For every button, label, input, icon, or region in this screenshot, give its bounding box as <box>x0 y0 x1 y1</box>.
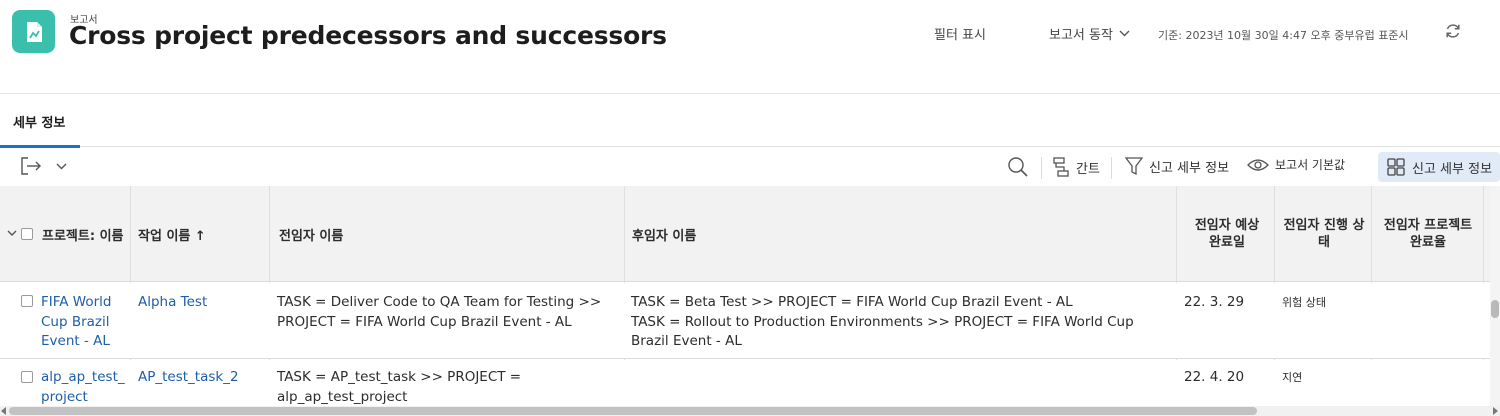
report-table: 프로젝트: 이름 작업 이름 ↑ 전임자 이름 후임자 이름 전임자 예상완료일… <box>0 186 1490 410</box>
tab-bar: 세부 정보 <box>0 95 1500 148</box>
tab-details[interactable]: 세부 정보 <box>0 95 80 148</box>
predecessor-name: TASK = AP_test_task >> PROJECT = alp_ap_… <box>277 369 522 405</box>
predecessor-name: TASK = Deliver Code to QA Team for Testi… <box>277 294 602 330</box>
select-all-checkbox[interactable] <box>21 228 33 240</box>
vertical-scrollbar-thumb[interactable] <box>1491 300 1499 318</box>
table-row[interactable]: alp_ap_test_project AP_test_task_2 TASK … <box>0 360 1490 410</box>
gantt-icon <box>1053 157 1069 177</box>
page-title: Cross project predecessors and successor… <box>69 21 667 50</box>
vertical-scrollbar[interactable] <box>1490 186 1500 406</box>
report-actions-menu[interactable]: 보고서 동작 <box>1049 24 1130 43</box>
pred-planned-completion: 22. 4. 20 <box>1184 369 1245 385</box>
report-toolbar: 간트 신고 세부 정보 보고서 기본값 신고 세부 정보 <box>0 148 1500 186</box>
grid-icon <box>1387 158 1405 176</box>
scroll-left-icon[interactable] <box>1 407 7 415</box>
horizontal-scrollbar[interactable] <box>0 406 1500 416</box>
toolbar-divider <box>1111 157 1112 179</box>
column-header-task[interactable]: 작업 이름 ↑ <box>138 186 266 282</box>
export-icon <box>21 157 41 175</box>
report-timestamp: 기준: 2023년 10월 30일 4:47 오후 중부유럽 표준시 <box>1158 29 1409 42</box>
table-header: 프로젝트: 이름 작업 이름 ↑ 전임자 이름 후임자 이름 전임자 예상완료일… <box>0 186 1490 282</box>
task-name-link[interactable]: AP_test_task_2 <box>138 368 266 388</box>
refresh-icon[interactable] <box>1443 21 1463 41</box>
scroll-right-icon[interactable] <box>1492 407 1498 415</box>
grouping-label: 신고 세부 정보 <box>1412 161 1493 177</box>
column-header-project[interactable]: 프로젝트: 이름 <box>42 186 128 282</box>
report-chart-icon <box>12 10 55 53</box>
column-header-predecessor[interactable]: 전임자 이름 <box>279 186 619 282</box>
pred-status: 위험 상태 <box>1282 296 1326 309</box>
toolbar-divider <box>1041 157 1042 179</box>
filter-label: 신고 세부 정보 <box>1149 160 1230 176</box>
horizontal-scrollbar-thumb[interactable] <box>9 407 1257 415</box>
table-row[interactable]: FIFA World Cup Brazil Event - AL Alpha T… <box>0 283 1490 359</box>
column-header-successor[interactable]: 후임자 이름 <box>632 186 1172 282</box>
successor-name: TASK = Beta Test >> PROJECT = FIFA World… <box>631 293 1173 352</box>
successor-item: TASK = Rollout to Production Environment… <box>631 313 1134 350</box>
pred-status: 지연 <box>1282 371 1303 384</box>
view-button[interactable]: 보고서 기본값 <box>1247 156 1345 173</box>
successor-item: TASK = Beta Test >> PROJECT = FIFA World… <box>631 294 1073 310</box>
view-label: 보고서 기본값 <box>1275 158 1346 172</box>
chevron-down-icon <box>56 163 67 169</box>
filter-icon <box>1125 157 1143 176</box>
project-name-link[interactable]: FIFA World Cup Brazil Event - AL <box>41 293 125 352</box>
tab-details-label: 세부 정보 <box>13 116 66 131</box>
column-header-pred-project-percent[interactable]: 전임자 프로젝트 완료율 <box>1378 186 1478 282</box>
search-button[interactable] <box>1007 156 1029 178</box>
row-checkbox[interactable] <box>21 295 33 307</box>
task-name-link[interactable]: Alpha Test <box>138 293 266 313</box>
column-header-pred-status[interactable]: 전임자 진행 상태 <box>1283 186 1365 282</box>
grouping-button[interactable]: 신고 세부 정보 <box>1378 152 1500 182</box>
report-header: 보고서 Cross project predecessors and succe… <box>0 0 1500 94</box>
chevron-down-icon <box>1119 30 1130 37</box>
eye-icon <box>1247 158 1269 171</box>
column-header-pred-planned-completion[interactable]: 전임자 예상완료일 <box>1192 186 1262 282</box>
filter-button[interactable]: 신고 세부 정보 <box>1125 156 1229 176</box>
gantt-label: 간트 <box>1076 161 1100 177</box>
pred-planned-completion: 22. 3. 29 <box>1184 294 1245 310</box>
gantt-button[interactable]: 간트 <box>1052 156 1100 178</box>
show-filter-button[interactable]: 필터 표시 <box>934 24 986 43</box>
project-name-link[interactable]: alp_ap_test_project <box>41 368 125 407</box>
chevron-down-icon[interactable] <box>7 230 17 237</box>
row-checkbox[interactable] <box>21 371 33 383</box>
search-icon <box>1008 157 1028 177</box>
export-button[interactable] <box>20 156 67 176</box>
report-actions-label: 보고서 동작 <box>1049 28 1113 43</box>
